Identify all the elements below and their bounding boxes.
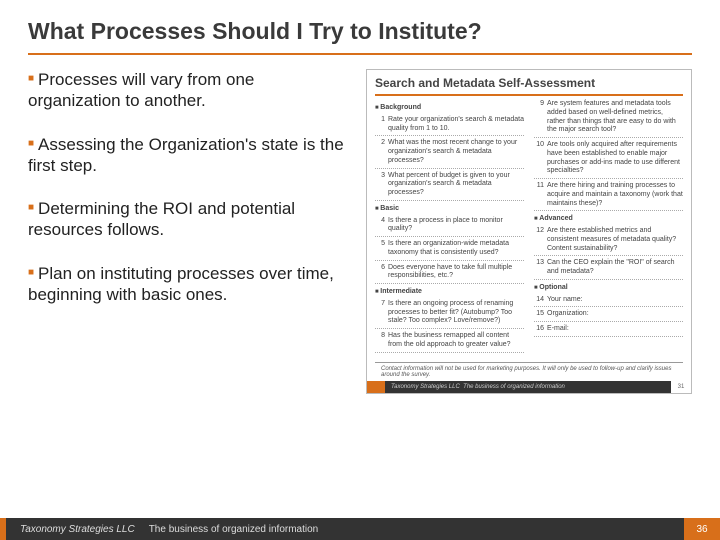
embedded-footnote: Contact information will not be used for… [375,362,683,381]
assessment-item: 3What percent of budget is given to your… [375,172,524,201]
assessment-item: 15Organization: [534,310,683,322]
embedded-page-number: 31 [671,384,691,390]
bullet-text: Plan on instituting processes over time,… [28,264,334,304]
embedded-footer: Taxonomy Strategies LLC The business of … [367,381,691,393]
assessment-item: 16E-mail: [534,325,683,337]
assessment-item: 6Does everyone have to take full multipl… [375,264,524,285]
assessment-item: 11Are there hiring and training processe… [534,182,683,211]
assessment-item: 5Is there an organization-wide metadata … [375,240,524,261]
assessment-item: 7Is there an ongoing process of renaming… [375,300,524,329]
assessment-item: 13Can the CEO explain the "ROI" of searc… [534,259,683,280]
bullet-icon: ■ [28,202,34,215]
embedded-rule [375,94,683,96]
assessment-item: 14Your name: [534,296,683,308]
assessment-item: 1Rate your organization's search & metad… [375,116,524,137]
assessment-item: 12Are there established metrics and cons… [534,227,683,256]
footer-tagline: The business of organized information [149,524,319,535]
slide-title: What Processes Should I Try to Institute… [28,18,692,45]
footer-company: Taxonomy Strategies LLC [20,524,135,535]
embedded-footer-accent [367,381,385,393]
bullet-icon: ■ [28,267,34,280]
embedded-col-right: 9Are system features and metadata tools … [534,100,683,356]
embedded-footer-bar: Taxonomy Strategies LLC The business of … [385,381,671,393]
assessment-item: 4Is there a process in place to monitor … [375,217,524,238]
bullet-text: Assessing the Organization's state is th… [28,135,344,175]
slide-body: ■Processes will vary from one organizati… [28,69,692,394]
footer-page-number: 36 [684,518,720,540]
bullet-item: ■Assessing the Organization's state is t… [28,134,348,177]
section-heading: ■ Optional [534,284,683,293]
embedded-col-left: ■ Background 1Rate your organization's s… [375,100,524,356]
bullet-list: ■Processes will vary from one organizati… [28,69,348,305]
embedded-slide: Search and Metadata Self-Assessment ■ Ba… [366,69,692,394]
section-heading: ■ Intermediate [375,288,524,297]
embedded-columns: ■ Background 1Rate your organization's s… [375,100,683,356]
assessment-item: 9Are system features and metadata tools … [534,100,683,138]
footer-bar: Taxonomy Strategies LLC The business of … [6,518,684,540]
section-heading: ■ Background [375,104,524,113]
assessment-item: 8Has the business remapped all content f… [375,332,524,353]
bullet-icon: ■ [28,138,34,151]
bullet-text: Processes will vary from one organizatio… [28,70,254,110]
section-heading: ■ Advanced [534,215,683,224]
assessment-item: 10Are tools only acquired after requirem… [534,141,683,179]
title-rule [28,53,692,55]
bullet-text: Determining the ROI and potential resour… [28,199,295,239]
embedded-title: Search and Metadata Self-Assessment [375,76,683,90]
bullet-item: ■Processes will vary from one organizati… [28,69,348,112]
assessment-item: 2What was the most recent change to your… [375,139,524,168]
section-heading: ■ Basic [375,205,524,214]
slide: What Processes Should I Try to Institute… [0,0,720,540]
slide-footer: Taxonomy Strategies LLC The business of … [0,518,720,540]
bullet-icon: ■ [28,73,34,86]
bullet-item: ■Plan on instituting processes over time… [28,263,348,306]
bullet-item: ■Determining the ROI and potential resou… [28,198,348,241]
bullet-column: ■Processes will vary from one organizati… [28,69,348,394]
